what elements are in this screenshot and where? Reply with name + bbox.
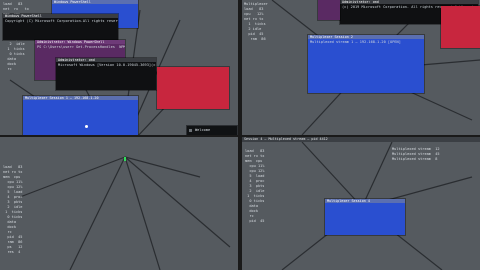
console-line: Copyright (C) Microsoft Corporation.All … <box>5 19 118 23</box>
quadrant-top-left: load 83net rx txmem cpucpu 11%cpu 12% 5 … <box>0 0 238 135</box>
multiplexer-window[interactable]: Multiplexer Session 1 — 192.168.1.20 <box>23 96 138 135</box>
status-bar: Session 4 — Multiplexed stream — pid 441… <box>242 137 480 142</box>
menu-item-label: Welcome <box>195 128 211 132</box>
cmd-window[interactable]: Administrator: cmd Microsoft Windows [Ve… <box>56 58 156 90</box>
stream-stats: Multiplexed stream 12 Multiplexed stream … <box>392 147 440 162</box>
crimson-window[interactable] <box>157 67 229 109</box>
stat-line: ram 86 <box>244 37 266 41</box>
stats-column: load 83 net rx tx mem cpu cpu 11% cpu 12% … <box>3 165 22 255</box>
console-body: Copyright (C) Microsoft Corporation.All … <box>3 18 118 40</box>
multiplexer-window[interactable]: Multiplexer Session 2 Multiplexed stream… <box>308 35 424 93</box>
crimson-window[interactable] <box>441 6 480 48</box>
window-title: Multiplexer Session 4 <box>325 199 405 203</box>
stats-column: load 83 net rx tx mem cpu cpu 11% cpu 12% … <box>245 149 264 224</box>
console-line: (c) Microsoft Corporation. All rights re… <box>151 63 156 67</box>
stat-line: res 4 <box>3 250 21 254</box>
quadrant-bottom-left: load 83 net rx tx mem cpu cpu 11% cpu 12% … <box>0 137 238 270</box>
stat-line: pid 45 <box>245 219 265 223</box>
cmd-body: Microsoft Windows [Version 10.0.19045.36… <box>56 62 156 90</box>
console-line: (c) 2019 Microsoft Corporation. All righ… <box>342 5 455 9</box>
console-line: Microsoft Windows [Version 10.0.19045.36… <box>58 63 152 67</box>
mouse-cursor <box>85 125 88 128</box>
console-window[interactable]: Windows PowerShell Copyright (C) Microso… <box>3 14 118 40</box>
quadrant-top-right: Multiplexer load 83 cpu 12% net rx tx 1 tic… <box>242 0 480 135</box>
multiplexer-body: Multiplexed stream 1 — 192.168.1.20 [OPE… <box>308 39 424 93</box>
connection-lines <box>19 156 231 270</box>
console-line: PS C:\Users\user> Get-Process <box>37 45 100 49</box>
window-title: Windows PowerShell <box>52 0 138 4</box>
bullet-icon <box>189 128 192 132</box>
purple-window[interactable] <box>318 0 340 20</box>
context-menu: WelcomePowerShellCommand PromptBashPS/CS… <box>186 125 238 135</box>
console-line: Multiplexed stream 1 — 192.168.1.20 [OPE… <box>310 40 401 44</box>
menu-item[interactable]: Welcome <box>187 126 237 134</box>
menu-item[interactable]: PowerShell <box>187 134 237 135</box>
stat-line: Multiplexed stream 8 <box>392 157 438 161</box>
quadrant-bottom-right: Session 4 — Multiplexed stream — pid 441… <box>242 137 480 270</box>
console-line: Handles NPM(K) PM(K) WS(K) <box>99 45 125 49</box>
stat-line: rc <box>3 67 12 71</box>
stats-column: Multiplexer load 83 cpu 12% net rx tx 1 tic… <box>244 2 268 42</box>
multiplexer-window[interactable]: Multiplexer Session 4 <box>325 199 405 235</box>
window-title: Multiplexer Session 1 — 192.168.1.20 <box>23 96 138 100</box>
node-marker <box>124 157 126 161</box>
